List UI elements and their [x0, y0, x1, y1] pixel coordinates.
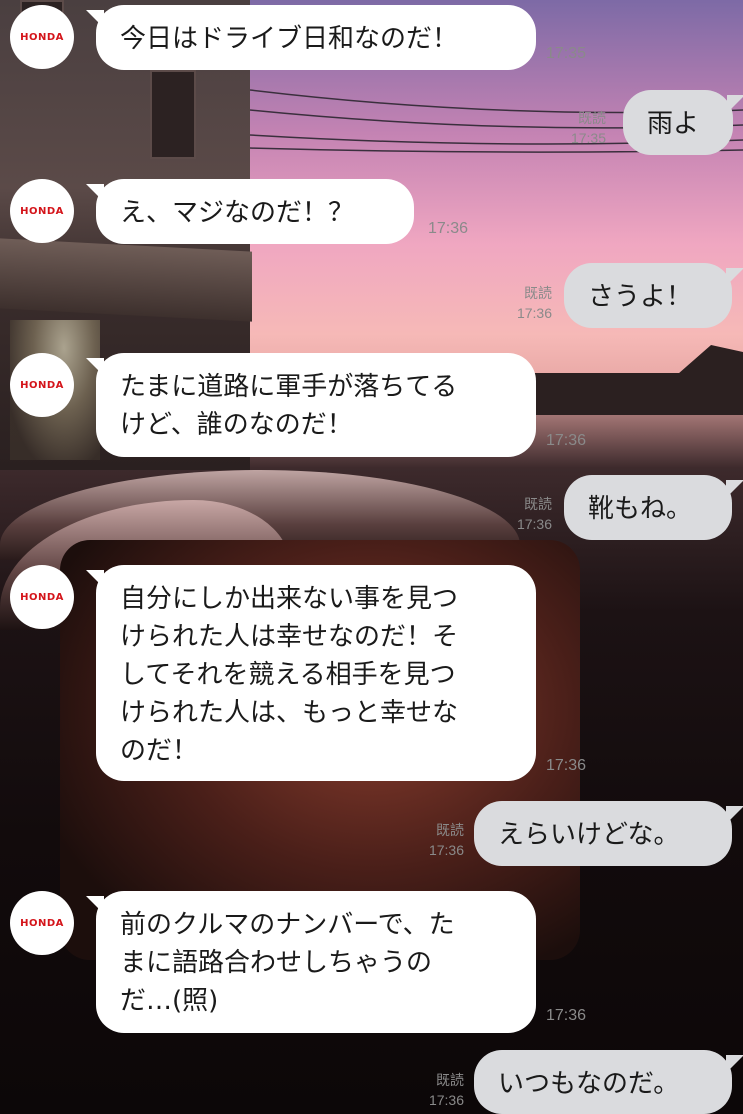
- honda-logo: HONDA: [20, 31, 64, 43]
- message-line: 自分にしか出来ない事を見つ: [120, 584, 459, 614]
- message-bubble-outgoing[interactable]: 雨よ: [623, 90, 733, 155]
- honda-logo: HONDA: [20, 591, 64, 603]
- background-roof: [530, 345, 743, 415]
- read-label: 既読: [436, 1072, 464, 1088]
- read-receipt: 既読 17:36: [408, 1070, 464, 1110]
- read-label: 既読: [578, 110, 606, 126]
- message-time: 17:36: [428, 842, 464, 858]
- honda-avatar[interactable]: HONDA: [10, 353, 74, 417]
- read-label: 既読: [436, 822, 464, 838]
- message-time: 17:36: [516, 516, 552, 532]
- message-time: 17:36: [428, 220, 469, 237]
- message-line: のだ！: [120, 736, 199, 766]
- read-receipt: 既読 17:35: [556, 108, 606, 148]
- honda-logo: HONDA: [20, 917, 64, 929]
- message-line: けられた人は、もっと幸せな: [120, 698, 459, 728]
- message-time: 17:36: [546, 432, 587, 449]
- message-text: 靴もね。: [588, 494, 693, 524]
- message-bubble-incoming[interactable]: 前のクルマのナンバーで、た まに語路合わせしちゃうの だ…(照): [96, 891, 536, 1033]
- message-bubble-outgoing[interactable]: いつもなのだ。: [474, 1050, 732, 1114]
- message-line: 前のクルマのナンバーで、た: [120, 910, 455, 940]
- message-line: だ…(照): [120, 986, 219, 1016]
- message-bubble-incoming[interactable]: 今日はドライブ日和なのだ！: [96, 5, 536, 70]
- message-bubble-outgoing[interactable]: さうよ！: [564, 263, 732, 328]
- cafe-awning: [0, 238, 252, 322]
- honda-avatar[interactable]: HONDA: [10, 179, 74, 243]
- honda-logo: HONDA: [20, 379, 64, 391]
- read-receipt: 既読 17:36: [496, 283, 552, 323]
- message-bubble-incoming[interactable]: たまに道路に軍手が落ちてる けど、誰のなのだ！: [96, 353, 536, 457]
- message-text: 雨よ: [647, 109, 700, 139]
- building-window: [150, 70, 196, 159]
- read-label: 既読: [524, 496, 552, 512]
- message-time: 17:36: [546, 1007, 587, 1024]
- honda-avatar[interactable]: HONDA: [10, 565, 74, 629]
- message-text: 今日はドライブ日和なのだ！: [120, 24, 459, 54]
- message-time: 17:35: [570, 130, 606, 146]
- message-time: 17:36: [428, 1092, 464, 1108]
- honda-avatar[interactable]: HONDA: [10, 5, 74, 69]
- message-time: 17:36: [546, 757, 587, 774]
- message-line: まに語路合わせしちゃうの: [120, 948, 433, 978]
- message-text: えらいけどな。: [498, 820, 680, 850]
- message-text: さうよ！: [588, 282, 693, 312]
- honda-avatar[interactable]: HONDA: [10, 891, 74, 955]
- message-text: え、マジなのだ！？: [120, 198, 355, 228]
- message-time: 17:35: [546, 45, 587, 62]
- message-time: 17:36: [516, 305, 552, 321]
- message-text: いつもなのだ。: [498, 1069, 680, 1099]
- message-bubble-outgoing[interactable]: 靴もね。: [564, 475, 732, 540]
- message-bubble-incoming[interactable]: え、マジなのだ！？: [96, 179, 414, 244]
- honda-logo: HONDA: [20, 205, 64, 217]
- message-line: けられた人は幸せなのだ！そ: [120, 622, 459, 652]
- read-receipt: 既読 17:36: [496, 494, 552, 534]
- message-bubble-outgoing[interactable]: えらいけどな。: [474, 801, 732, 866]
- message-line: たまに道路に軍手が落ちてる: [120, 372, 458, 402]
- read-receipt: 既読 17:36: [408, 820, 464, 860]
- message-line: けど、誰のなのだ！: [120, 410, 353, 440]
- message-bubble-incoming[interactable]: 自分にしか出来ない事を見つ けられた人は幸せなのだ！そ してそれを競える相手を見…: [96, 565, 536, 781]
- read-label: 既読: [524, 285, 552, 301]
- message-line: してそれを競える相手を見つ: [120, 660, 456, 690]
